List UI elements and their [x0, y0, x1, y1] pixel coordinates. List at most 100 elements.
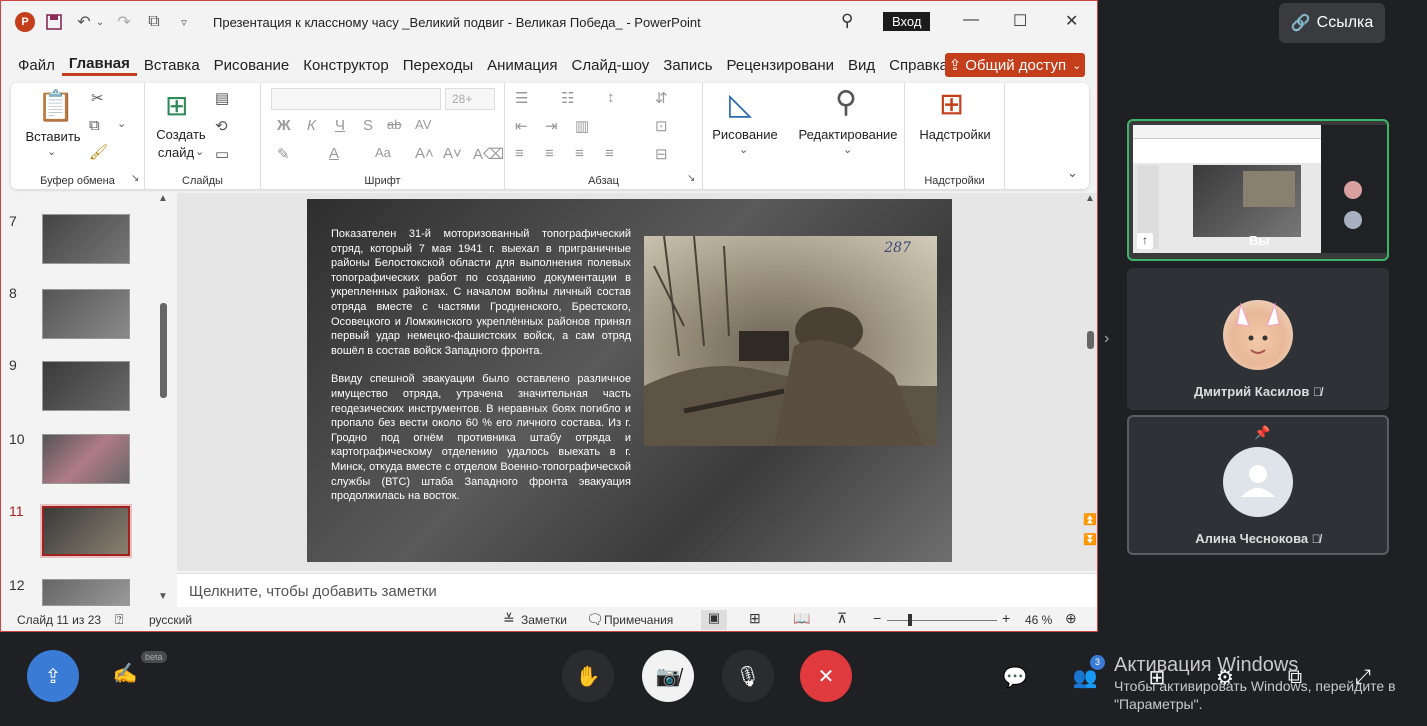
scroll-up-icon[interactable]: ▲: [1085, 193, 1095, 204]
redo-icon[interactable]: ↷: [113, 11, 135, 33]
change-case-button[interactable]: Aa: [375, 145, 391, 160]
layout-icon[interactable]: ▤: [215, 89, 229, 107]
addins-icon[interactable]: ⊞: [939, 87, 964, 122]
editor-scrollbar[interactable]: [1087, 331, 1094, 349]
font-size-input[interactable]: 28+: [445, 88, 495, 110]
chevron-down-icon[interactable]: ⌄: [195, 145, 204, 158]
justify-icon[interactable]: ≡: [605, 145, 614, 162]
tab-transitions[interactable]: Переходы: [396, 57, 480, 74]
language-label[interactable]: русский: [149, 613, 192, 627]
find-icon[interactable]: ⚲: [835, 85, 857, 120]
slide-thumbnail-selected[interactable]: [40, 504, 132, 558]
chevron-down-icon[interactable]: ⌄: [117, 117, 126, 130]
zoom-in-icon[interactable]: +: [1002, 610, 1010, 626]
close-icon[interactable]: ✕: [1065, 11, 1078, 31]
link-button[interactable]: 🔗 Ссылка: [1279, 3, 1385, 43]
bullets-icon[interactable]: ☰: [515, 89, 528, 107]
reading-view-icon[interactable]: 📖: [793, 610, 810, 627]
next-slide-icon[interactable]: ⏬: [1083, 533, 1097, 546]
dialog-launcher-icon[interactable]: ↘: [687, 173, 695, 184]
participant-tile-dmitry[interactable]: Дмитрий Касилов 🎙̸: [1127, 268, 1389, 410]
whiteboard-button[interactable]: ✍: [108, 656, 142, 690]
slide-canvas[interactable]: Показателен 31-й моторизованный топограф…: [307, 199, 952, 562]
chevron-down-icon[interactable]: ⌄: [739, 143, 748, 156]
tab-insert[interactable]: Вставка: [137, 57, 207, 74]
scroll-down-icon[interactable]: ▼: [158, 591, 168, 602]
increase-indent-icon[interactable]: ⇥: [545, 117, 558, 135]
paste-button[interactable]: Вставить: [25, 129, 81, 144]
slide-text-box[interactable]: Показателен 31-й моторизованный топограф…: [331, 227, 631, 518]
normal-view-icon[interactable]: ▣: [701, 610, 727, 630]
customize-toolbar-icon[interactable]: ▿: [173, 11, 195, 33]
grow-font-icon[interactable]: A˄: [415, 145, 434, 162]
addins-button[interactable]: Надстройки: [905, 127, 1005, 142]
tab-record[interactable]: Запись: [656, 57, 719, 74]
pin-icon[interactable]: 📌: [1254, 425, 1270, 441]
slide-thumbnail[interactable]: [42, 434, 130, 484]
zoom-level[interactable]: 46 %: [1025, 613, 1052, 627]
share-button[interactable]: ⇪ Общий доступ ⌄: [945, 53, 1085, 77]
bold-button[interactable]: Ж: [277, 117, 291, 134]
microphone-button[interactable]: 🎙: [722, 650, 774, 702]
align-text-icon[interactable]: ⊡: [655, 117, 668, 135]
search-icon[interactable]: ⚲: [841, 11, 853, 31]
editing-button[interactable]: Редактирование: [791, 127, 905, 142]
notes-icon[interactable]: ≚: [503, 611, 515, 628]
previous-slide-icon[interactable]: ⏫: [1083, 513, 1097, 526]
notes-button[interactable]: Заметки: [521, 613, 567, 627]
tab-slideshow[interactable]: Слайд-шоу: [565, 57, 657, 74]
collapse-ribbon-icon[interactable]: ⌄: [1067, 165, 1078, 181]
new-slide-label[interactable]: Создать: [151, 127, 211, 142]
highlight-icon[interactable]: ✎: [277, 145, 290, 163]
fit-to-window-icon[interactable]: ⊕: [1065, 610, 1077, 627]
cut-icon[interactable]: ✂: [91, 89, 104, 107]
soldier-photo[interactable]: 287: [644, 236, 937, 446]
paste-icon[interactable]: 📋: [37, 89, 74, 124]
comments-icon[interactable]: 🗨: [586, 611, 604, 628]
chat-button[interactable]: 💬: [998, 660, 1032, 694]
save-icon[interactable]: [43, 11, 65, 33]
tab-design[interactable]: Конструктор: [296, 57, 396, 74]
font-color-icon[interactable]: A: [329, 145, 339, 162]
smartart-icon[interactable]: ⊟: [655, 145, 668, 163]
tab-home[interactable]: Главная: [61, 55, 137, 76]
slide-sorter-icon[interactable]: ⊞: [749, 610, 761, 627]
comments-button[interactable]: Примечания: [604, 613, 673, 627]
share-screen-button[interactable]: ⇪: [27, 650, 79, 702]
accessibility-icon[interactable]: ⍰: [115, 611, 123, 628]
slide-thumbnail[interactable]: [42, 289, 130, 339]
tab-review[interactable]: Рецензировани: [720, 57, 841, 74]
numbering-icon[interactable]: ☷: [561, 89, 574, 107]
strikethrough-button[interactable]: ab: [387, 117, 401, 132]
copy-icon[interactable]: ⧉: [89, 117, 100, 134]
zoom-out-icon[interactable]: −: [873, 610, 881, 626]
maximize-icon[interactable]: ☐: [1013, 11, 1027, 31]
chevron-right-icon[interactable]: ›: [1104, 330, 1109, 348]
minimize-icon[interactable]: —: [963, 11, 979, 29]
undo-icon[interactable]: ↶: [73, 11, 95, 33]
dialog-launcher-icon[interactable]: ↘: [131, 173, 139, 184]
tab-file[interactable]: Файл: [11, 57, 62, 74]
screen-share-tile[interactable]: ↑ Вы: [1127, 119, 1389, 261]
camera-off-button[interactable]: 📷̸: [642, 650, 694, 702]
chevron-down-icon[interactable]: ⌄: [843, 143, 852, 156]
tab-animations[interactable]: Анимация: [480, 57, 564, 74]
chevron-down-icon[interactable]: ⌄: [95, 11, 105, 33]
login-button[interactable]: Вход: [883, 12, 931, 31]
format-painter-icon[interactable]: 🖌: [89, 143, 108, 161]
text-direction-icon[interactable]: ⇵: [655, 89, 668, 107]
participant-tile-alina[interactable]: 📌 Алина Чеснокова 🎙̸: [1127, 415, 1389, 555]
align-left-icon[interactable]: ≡: [515, 145, 524, 162]
align-center-icon[interactable]: ≡: [545, 145, 554, 162]
raise-hand-button[interactable]: ✋: [562, 650, 614, 702]
notes-pane[interactable]: Щелкните, чтобы добавить заметки: [177, 573, 1097, 607]
align-right-icon[interactable]: ≡: [575, 145, 584, 162]
tab-draw[interactable]: Рисование: [207, 57, 297, 74]
shapes-icon[interactable]: ◺: [729, 87, 752, 122]
end-call-button[interactable]: ✕: [800, 650, 852, 702]
font-name-input[interactable]: [271, 88, 441, 110]
shrink-font-icon[interactable]: A˅: [443, 145, 462, 162]
slide-thumbnail[interactable]: [42, 361, 130, 411]
drawing-button[interactable]: Рисование: [703, 127, 787, 142]
new-slide-icon[interactable]: ⊞: [165, 89, 188, 122]
